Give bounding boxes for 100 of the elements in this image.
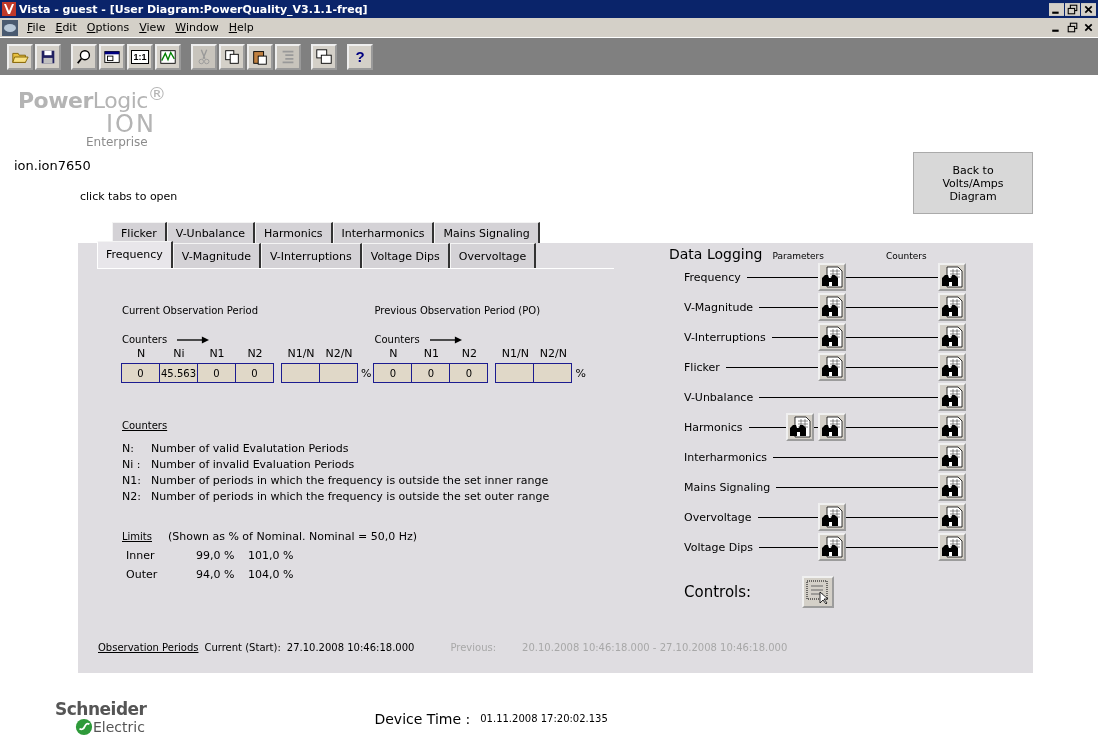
- log-viewer-button[interactable]: [818, 323, 846, 351]
- section-title: Current Observation Period: [122, 305, 259, 316]
- legend-key: N:: [122, 441, 151, 457]
- menu-item[interactable]: Options: [81, 21, 135, 34]
- row-label: V-Magnitude: [684, 300, 754, 314]
- copy-button[interactable]: [219, 43, 245, 70]
- binoculars-document-icon: [821, 536, 843, 558]
- device-time-value: 01.11.2008 17:20:02.135: [480, 713, 608, 724]
- tab[interactable]: Frequency: [97, 241, 173, 268]
- binoculars-document-icon: [941, 446, 963, 468]
- help-button[interactable]: ?: [347, 43, 373, 70]
- chart-button[interactable]: [155, 43, 181, 70]
- previous-value: 20.10.2008 10:46:18.000 - 27.10.2008 10:46:18.000: [522, 642, 788, 653]
- tab[interactable]: V-Interruptions: [260, 243, 362, 268]
- log-viewer-button[interactable]: [818, 413, 846, 441]
- row-label: Frequency: [684, 270, 741, 284]
- section-title: Data Logging: [669, 246, 763, 262]
- binoculars-document-icon: [941, 326, 963, 348]
- brand-text: Schneider: [55, 701, 147, 718]
- restore-icon[interactable]: [1065, 21, 1080, 34]
- back-button[interactable]: Back to Volts/Amps Diagram: [913, 152, 1033, 214]
- find-button[interactable]: [71, 43, 97, 70]
- tab[interactable]: Interharmonics: [332, 222, 435, 243]
- open-button[interactable]: [7, 43, 33, 70]
- section-heading: Observation Periods: [98, 642, 199, 653]
- log-viewer-button[interactable]: [938, 533, 966, 561]
- device-name: ion.ion7650: [14, 158, 92, 174]
- legend-key: Ni :: [122, 457, 151, 473]
- counter-field: 45.563: [159, 363, 198, 383]
- counter-field: [495, 363, 535, 383]
- chart-icon: [159, 47, 177, 66]
- current-value: 27.10.2008 10:46:18.000: [286, 642, 415, 653]
- binoculars-document-icon: [941, 356, 963, 378]
- column-header: Ni: [173, 347, 185, 360]
- legend-text: Number of invalid Evaluation Periods: [151, 457, 355, 473]
- log-viewer-button[interactable]: [938, 443, 966, 471]
- row-label: V-Interruptions: [684, 330, 766, 344]
- menu-item[interactable]: View: [134, 21, 171, 34]
- fit-button[interactable]: [99, 43, 125, 70]
- brand-logo-icon: [75, 718, 93, 736]
- binoculars-document-icon: [821, 416, 843, 438]
- tab[interactable]: V-Unbalance: [166, 222, 255, 243]
- controls-label: Controls:: [684, 583, 753, 601]
- column-header: N1: [423, 347, 440, 360]
- log-viewer-button[interactable]: [818, 503, 846, 531]
- log-viewer-button[interactable]: [818, 263, 846, 291]
- save-button[interactable]: [35, 43, 61, 70]
- tab[interactable]: Harmonics: [254, 222, 333, 243]
- tab[interactable]: Flicker: [112, 222, 167, 243]
- log-viewer-button[interactable]: [938, 413, 966, 441]
- log-viewer-button[interactable]: [938, 323, 966, 351]
- column-header: N2/N: [539, 347, 568, 360]
- log-viewer-button[interactable]: [818, 353, 846, 381]
- log-viewer-button[interactable]: [818, 293, 846, 321]
- binoculars-document-icon: [821, 326, 843, 348]
- limit-value: 94,0 %: [196, 568, 236, 581]
- binoculars-document-icon: [821, 296, 843, 318]
- binoculars-document-icon: [941, 536, 963, 558]
- tab[interactable]: Voltage Dips: [361, 243, 450, 268]
- menu-item[interactable]: Window: [170, 21, 224, 34]
- controls-button[interactable]: [802, 576, 834, 608]
- minimize-icon[interactable]: [1049, 2, 1064, 16]
- copy-icon: [223, 47, 241, 66]
- column-header: N: [389, 347, 398, 360]
- windows-button[interactable]: [311, 43, 337, 70]
- counter-field: [533, 363, 573, 383]
- limit-value: 104,0 %: [248, 568, 294, 581]
- log-viewer-button[interactable]: [938, 503, 966, 531]
- section-heading: Counters: [122, 420, 168, 431]
- brand-text: Electric: [93, 720, 145, 734]
- row-label: V-Unbalance: [684, 390, 754, 404]
- menu-item[interactable]: Help: [223, 21, 259, 34]
- paste-button[interactable]: [247, 43, 273, 70]
- windows-icon: [315, 47, 333, 66]
- tab[interactable]: Mains Signaling: [434, 222, 540, 243]
- device-time-label: Device Time :: [374, 710, 471, 727]
- actual-size-button[interactable]: 1:1: [127, 43, 153, 70]
- binoculars-document-icon: [941, 476, 963, 498]
- legend-key: N1:: [122, 473, 151, 489]
- unit-label: %: [575, 367, 586, 380]
- legend-text: Number of periods in which the frequency is outside the set inner range: [151, 473, 549, 489]
- log-viewer-button[interactable]: [786, 413, 814, 441]
- log-viewer-button[interactable]: [938, 293, 966, 321]
- menu-item[interactable]: File: [22, 21, 51, 34]
- log-viewer-button[interactable]: [938, 353, 966, 381]
- counter-field: [319, 363, 358, 383]
- binoculars-document-icon: [941, 296, 963, 318]
- log-viewer-button[interactable]: [938, 383, 966, 411]
- binoculars-document-icon: [821, 506, 843, 528]
- tab[interactable]: V-Magnitude: [172, 243, 261, 268]
- sliders-cursor-icon: [805, 579, 831, 605]
- menu-item[interactable]: Edit: [50, 21, 82, 34]
- log-viewer-button[interactable]: [818, 533, 846, 561]
- tab[interactable]: Overvoltage: [449, 243, 537, 268]
- log-viewer-button[interactable]: [938, 473, 966, 501]
- counters-label: Counters: [122, 334, 168, 345]
- restore-icon[interactable]: [1065, 2, 1080, 16]
- close-icon[interactable]: [1081, 2, 1096, 16]
- arrow-icon: [429, 335, 462, 344]
- log-viewer-button[interactable]: [938, 263, 966, 291]
